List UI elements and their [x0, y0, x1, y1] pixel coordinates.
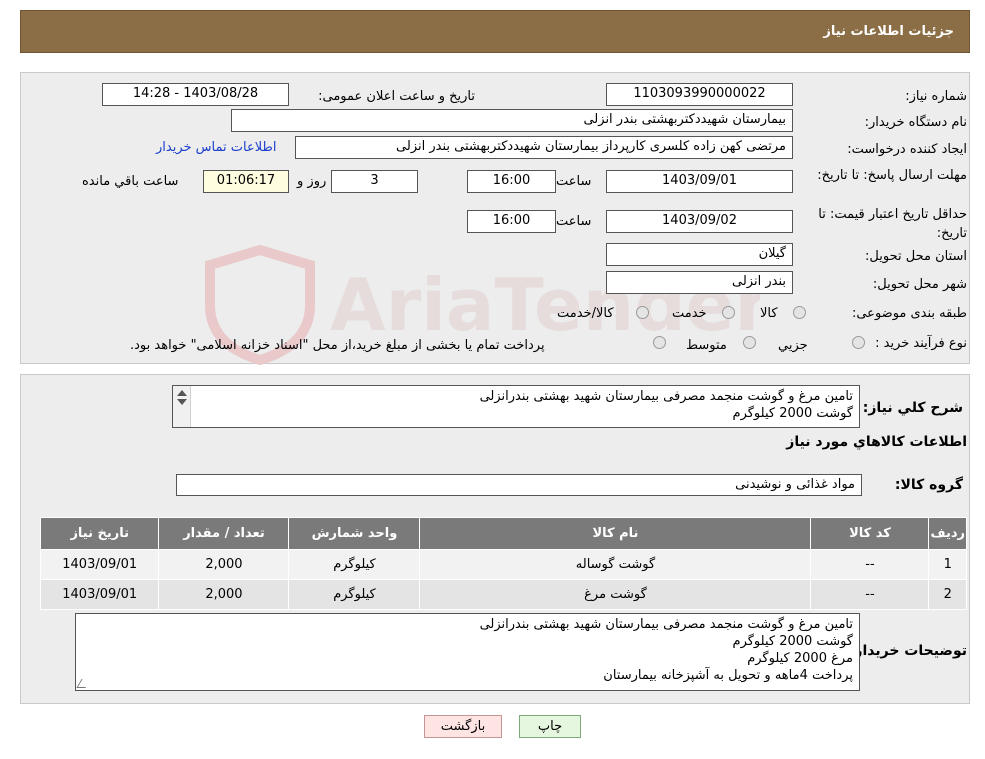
deadline-date-field: 1403/09/01 — [606, 170, 793, 193]
cell-quantity: 2,000 — [158, 579, 290, 610]
buyer-notes-line: گوشت 2000 کیلوگرم — [732, 634, 853, 649]
validity-date-field: 1403/09/02 — [606, 210, 793, 233]
summary-line: تامین مرغ و گوشت منجمد مصرفی بیمارستان ش… — [479, 389, 853, 404]
back-button[interactable]: بازگشت — [424, 715, 502, 738]
process-radio-medium[interactable] — [743, 336, 756, 349]
creator-field: مرتضی کهن زاده کلسری کارپرداز بیمارستان … — [295, 136, 793, 159]
cell-item-name: گوشت مرغ — [419, 579, 812, 610]
summary-label: شرح کلي نياز: — [862, 400, 963, 416]
table-row: 2 -- گوشت مرغ کیلوگرم 2,000 1403/09/01 — [39, 579, 967, 610]
deadline-time-field: 16:00 — [467, 170, 556, 193]
buyer-org-label: نام دستگاه خریدار: — [864, 115, 967, 130]
process-option-medium: متوسط — [686, 338, 727, 353]
validity-label: حداقل تاریخ اعتبار قیمت: تا تاریخ: — [818, 207, 967, 241]
process-treasury-radio[interactable] — [653, 336, 666, 349]
process-option-minor: جزیي — [778, 338, 808, 353]
category-option-service: خدمت — [672, 306, 707, 321]
col-header-need-date: تاريخ نياز — [39, 517, 160, 550]
goods-table: رديف کد کالا نام کالا واحد شمارش تعداد /… — [39, 517, 967, 610]
buyer-notes-line: پرداخت 4ماهه و تحویل به آشپزخانه بیمارست… — [603, 668, 853, 683]
category-radio-goods-service[interactable] — [636, 306, 649, 319]
col-header-item-name: نام کالا — [419, 517, 812, 550]
province-field: گیلان — [606, 243, 793, 266]
col-header-row-number: رديف — [928, 517, 967, 550]
category-option-goods: کالا — [760, 306, 778, 321]
col-header-item-code: کد کالا — [810, 517, 930, 550]
category-option-goods-service: کالا/خدمت — [557, 306, 614, 321]
table-header-row: رديف کد کالا نام کالا واحد شمارش تعداد /… — [39, 517, 967, 550]
cell-unit: کیلوگرم — [288, 549, 421, 580]
need-number-label: شماره نیاز: — [905, 89, 967, 104]
summary-textarea[interactable]: تامین مرغ و گوشت منجمد مصرفی بیمارستان ش… — [172, 385, 860, 428]
deadline-time-label: ساعت — [556, 174, 592, 189]
buyer-contact-link[interactable]: اطلاعات تماس خریدار — [156, 140, 276, 155]
page-title: جزئیات اطلاعات نیاز — [823, 24, 954, 39]
process-radio-minor[interactable] — [852, 336, 865, 349]
goods-group-label: گروه کالا: — [894, 477, 963, 493]
process-treasury-note: پرداخت تمام یا بخشی از مبلغ خرید،از محل … — [130, 338, 545, 353]
cell-row-number: 1 — [928, 549, 967, 580]
deadline-label: مهلت ارسال پاسخ: تا تاریخ: — [817, 168, 967, 183]
page-header: جزئیات اطلاعات نیاز — [20, 10, 970, 53]
validity-time-label: ساعت — [556, 214, 592, 229]
city-label: شهر محل تحویل: — [872, 277, 967, 292]
cell-item-code: -- — [810, 579, 930, 610]
category-radio-goods[interactable] — [793, 306, 806, 319]
summary-scrollbar[interactable] — [173, 386, 191, 427]
scroll-down-icon[interactable] — [177, 399, 187, 405]
cell-need-date: 1403/09/01 — [39, 549, 160, 580]
cell-quantity: 2,000 — [158, 549, 290, 580]
remaining-time-label: ساعت باقي مانده — [82, 174, 179, 189]
announce-datetime-field: 1403/08/28 - 14:28 — [102, 83, 289, 106]
buyer-notes-label: توضيحات خريدار: — [848, 643, 967, 659]
col-header-quantity: تعداد / مقدار — [158, 517, 290, 550]
buyer-org-field: بیمارستان شهیددکتربهشتی بندر انزلی — [231, 109, 793, 132]
goods-group-field: مواد غذائی و نوشیدنی — [176, 474, 862, 496]
creator-label: ایجاد کننده درخواست: — [847, 142, 967, 157]
province-label: استان محل تحویل: — [865, 249, 967, 264]
days-label: روز و — [297, 174, 327, 189]
validity-time-field: 16:00 — [467, 210, 556, 233]
table-row: 1 -- گوشت گوساله کیلوگرم 2,000 1403/09/0… — [39, 549, 967, 580]
print-button[interactable]: چاپ — [519, 715, 581, 738]
cell-row-number: 2 — [928, 579, 967, 610]
need-number-field: 1103093990000022 — [606, 83, 793, 106]
cell-need-date: 1403/09/01 — [39, 579, 160, 610]
days-remaining-field: 3 — [331, 170, 418, 193]
category-label: طبقه بندی موضوعی: — [851, 306, 967, 321]
scroll-up-icon[interactable] — [177, 390, 187, 396]
buyer-notes-textarea[interactable]: تامین مرغ و گوشت منجمد مصرفی بیمارستان ش… — [75, 613, 860, 691]
category-radio-service[interactable] — [722, 306, 735, 319]
remaining-time-field: 01:06:17 — [203, 170, 289, 193]
buyer-notes-line: مرغ 2000 کیلوگرم — [747, 651, 853, 666]
summary-line: گوشت 2000 کیلوگرم — [732, 406, 853, 421]
goods-section-title: اطلاعات کالاهاي مورد نياز — [786, 434, 967, 450]
announce-label: تاریخ و ساعت اعلان عمومی: — [318, 89, 475, 104]
cell-unit: کیلوگرم — [288, 579, 421, 610]
cell-item-code: -- — [810, 549, 930, 580]
process-label: نوع فرآیند خرید : — [875, 336, 967, 351]
col-header-unit: واحد شمارش — [288, 517, 421, 550]
buyer-notes-line: تامین مرغ و گوشت منجمد مصرفی بیمارستان ش… — [479, 617, 853, 632]
cell-item-name: گوشت گوساله — [419, 549, 812, 580]
city-field: بندر انزلی — [606, 271, 793, 294]
